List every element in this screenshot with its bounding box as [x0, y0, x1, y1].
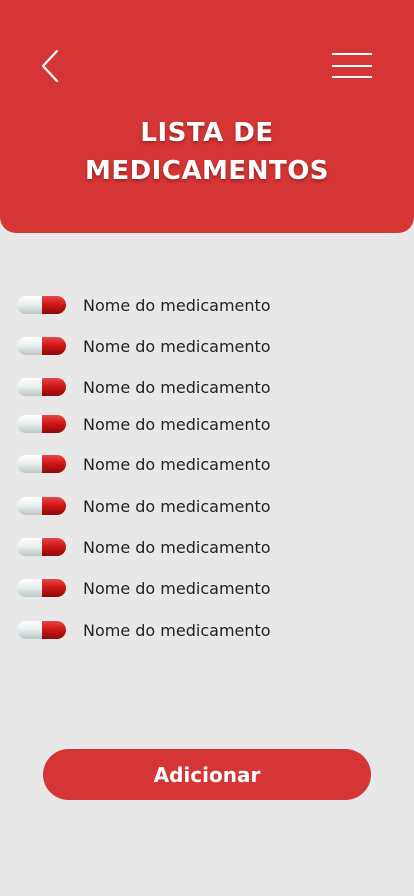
medication-item[interactable]: Nome do medicamento — [16, 577, 346, 599]
pill-icon — [17, 455, 66, 473]
medication-name: Nome do medicamento — [83, 377, 271, 397]
medication-name: Nome do medicamento — [83, 496, 271, 516]
pill-icon — [17, 538, 66, 556]
page-title-line-1: LISTA DE — [140, 118, 274, 148]
medication-item[interactable]: Nome do medicamento — [16, 376, 346, 398]
header: LISTA DE MEDICAMENTOS — [0, 0, 414, 233]
medication-name: Nome do medicamento — [83, 537, 271, 557]
medication-item[interactable]: Nome do medicamento — [16, 536, 346, 558]
medication-name: Nome do medicamento — [83, 578, 271, 598]
add-button[interactable]: Adicionar — [43, 749, 371, 800]
pill-icon — [17, 337, 66, 355]
pill-icon — [17, 415, 66, 433]
pill-icon — [17, 579, 66, 597]
medication-item[interactable]: Nome do medicamento — [16, 335, 346, 357]
menu-button[interactable] — [329, 50, 375, 82]
medication-name: Nome do medicamento — [83, 620, 271, 640]
pill-icon — [17, 378, 66, 396]
medication-name: Nome do medicamento — [83, 414, 271, 434]
medication-item[interactable]: Nome do medicamento — [16, 413, 346, 435]
hamburger-menu-icon — [332, 53, 372, 78]
page-title-line-2: MEDICAMENTOS — [84, 156, 330, 186]
medication-item[interactable]: Nome do medicamento — [16, 495, 346, 517]
page-title: LISTA DE MEDICAMENTOS — [0, 114, 414, 190]
medication-name: Nome do medicamento — [83, 454, 271, 474]
chevron-left-icon — [41, 49, 59, 83]
medication-item[interactable]: Nome do medicamento — [16, 294, 346, 316]
medication-item[interactable]: Nome do medicamento — [16, 453, 346, 475]
medication-name: Nome do medicamento — [83, 295, 271, 315]
medication-item[interactable]: Nome do medicamento — [16, 619, 346, 641]
back-button[interactable] — [36, 46, 66, 86]
pill-icon — [17, 621, 66, 639]
medication-name: Nome do medicamento — [83, 336, 271, 356]
pill-icon — [17, 296, 66, 314]
pill-icon — [17, 497, 66, 515]
